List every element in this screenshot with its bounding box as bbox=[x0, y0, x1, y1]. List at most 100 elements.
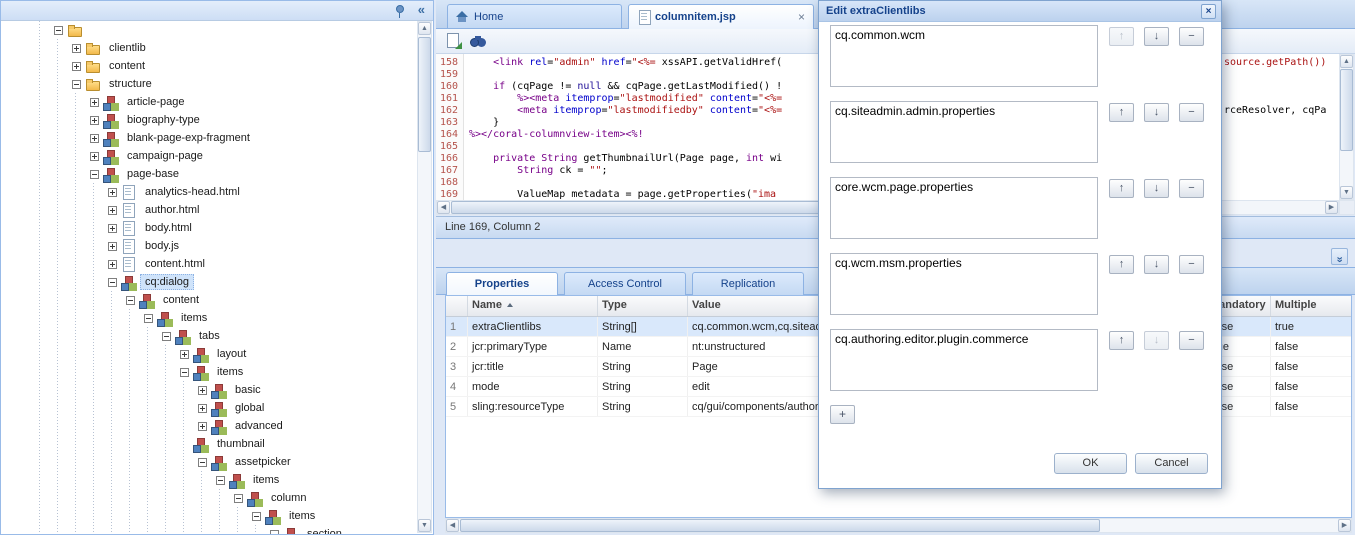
find-icon[interactable] bbox=[470, 33, 486, 49]
tree-node[interactable]: blank-page-exp-fragment bbox=[1, 129, 419, 147]
move-up-button[interactable]: ↑ bbox=[1109, 179, 1134, 198]
remove-value-button[interactable]: − bbox=[1179, 179, 1204, 198]
tree-node-label[interactable]: author.html bbox=[140, 202, 204, 218]
tree-node[interactable]: structure bbox=[1, 75, 419, 93]
tree-node[interactable]: body.html bbox=[1, 219, 419, 237]
tree-node[interactable]: content bbox=[1, 291, 419, 309]
remove-value-button[interactable]: − bbox=[1179, 103, 1204, 122]
clientlib-value-field[interactable]: cq.siteadmin.admin.properties bbox=[830, 101, 1098, 163]
cancel-button[interactable]: Cancel bbox=[1135, 453, 1208, 474]
tree-node[interactable]: content.html bbox=[1, 255, 419, 273]
expand-toggle[interactable] bbox=[193, 417, 211, 435]
tree-node[interactable]: content bbox=[1, 57, 419, 75]
scrollbar-thumb[interactable] bbox=[418, 37, 431, 152]
clientlib-value-field[interactable]: cq.authoring.editor.plugin.commerce bbox=[830, 329, 1098, 391]
move-down-button[interactable]: ↓ bbox=[1144, 103, 1169, 122]
expand-panel-button[interactable]: » bbox=[1331, 248, 1348, 265]
tree-node-label[interactable]: items bbox=[176, 310, 212, 326]
tab-replication[interactable]: Replication bbox=[692, 272, 804, 295]
clientlib-value-field[interactable]: cq.wcm.msm.properties bbox=[830, 253, 1098, 315]
scrollbar-thumb[interactable] bbox=[460, 519, 1100, 532]
collapse-toggle[interactable] bbox=[85, 165, 103, 183]
clientlib-value-field[interactable]: cq.common.wcm bbox=[830, 25, 1098, 87]
scroll-down-icon[interactable]: ▼ bbox=[418, 519, 431, 532]
tree-node-label[interactable]: items bbox=[248, 472, 284, 488]
tab-home[interactable]: Home bbox=[447, 4, 622, 28]
tree-node-label[interactable]: advanced bbox=[230, 418, 288, 434]
collapse-toggle[interactable] bbox=[211, 471, 229, 489]
tree-node-label[interactable]: clientlib bbox=[104, 40, 151, 56]
pin-icon[interactable] bbox=[393, 4, 405, 18]
collapse-toggle[interactable] bbox=[67, 75, 85, 93]
scrollbar-thumb[interactable] bbox=[1340, 69, 1353, 151]
clientlib-value-field[interactable]: core.wcm.page.properties bbox=[830, 177, 1098, 239]
move-down-button[interactable]: ↓ bbox=[1144, 255, 1169, 274]
tree-node-label[interactable]: items bbox=[212, 364, 248, 380]
move-up-button[interactable]: ↑ bbox=[1109, 255, 1134, 274]
close-dialog-button[interactable]: × bbox=[1201, 3, 1216, 19]
tree-node[interactable]: layout bbox=[1, 345, 419, 363]
tree-node-label[interactable]: cq:dialog bbox=[140, 274, 195, 290]
collapse-toggle[interactable] bbox=[157, 327, 175, 345]
collapse-toggle[interactable] bbox=[193, 453, 211, 471]
collapse-toggle[interactable] bbox=[229, 489, 247, 507]
expand-toggle[interactable] bbox=[103, 237, 121, 255]
tree-node[interactable]: global bbox=[1, 399, 419, 417]
tree-node[interactable]: items bbox=[1, 471, 419, 489]
expand-toggle[interactable] bbox=[103, 183, 121, 201]
remove-value-button[interactable]: − bbox=[1179, 255, 1204, 274]
column-header-multiple[interactable]: Multiple bbox=[1271, 296, 1351, 316]
tree-scrollbar[interactable]: ▲ ▼ bbox=[417, 21, 432, 533]
collapse-toggle[interactable] bbox=[247, 507, 265, 525]
tree-node[interactable]: clientlib bbox=[1, 39, 419, 57]
column-header-type[interactable]: Type bbox=[598, 296, 688, 316]
tree-node-label[interactable]: body.js bbox=[140, 238, 184, 254]
tree-node-label[interactable]: body.html bbox=[140, 220, 197, 236]
expand-toggle[interactable] bbox=[85, 93, 103, 111]
expand-toggle[interactable] bbox=[193, 381, 211, 399]
show-in-tree-icon[interactable] bbox=[446, 33, 462, 49]
tree-node-label[interactable]: biography-type bbox=[122, 112, 205, 128]
tree-node-label[interactable]: section bbox=[302, 526, 347, 534]
collapse-toggle[interactable] bbox=[175, 363, 193, 381]
add-value-button[interactable]: + bbox=[830, 405, 855, 424]
expand-toggle[interactable] bbox=[103, 255, 121, 273]
scroll-right-icon[interactable]: ▶ bbox=[1338, 519, 1351, 532]
tree-node[interactable]: article-page bbox=[1, 93, 419, 111]
tree-node-label[interactable]: column bbox=[266, 490, 311, 506]
move-up-button[interactable]: ↑ bbox=[1109, 103, 1134, 122]
ok-button[interactable]: OK bbox=[1054, 453, 1127, 474]
tree-node-label[interactable]: analytics-head.html bbox=[140, 184, 245, 200]
tree-node[interactable]: campaign-page bbox=[1, 147, 419, 165]
tree-node[interactable] bbox=[1, 21, 419, 39]
expand-toggle[interactable] bbox=[85, 111, 103, 129]
scroll-up-icon[interactable]: ▲ bbox=[418, 22, 431, 35]
scroll-left-icon[interactable]: ◀ bbox=[446, 519, 459, 532]
move-down-button[interactable]: ↓ bbox=[1144, 27, 1169, 46]
tree-node[interactable]: assetpicker bbox=[1, 453, 419, 471]
tree-node[interactable]: tabs bbox=[1, 327, 419, 345]
tree-node[interactable]: body.js bbox=[1, 237, 419, 255]
tree-node[interactable]: items bbox=[1, 309, 419, 327]
table-horizontal-scrollbar[interactable]: ◀ ▶ bbox=[445, 518, 1352, 533]
tree-node-label[interactable]: content.html bbox=[140, 256, 210, 272]
dialog-header[interactable]: Edit extraClientlibs × bbox=[819, 1, 1221, 22]
tree-node-label[interactable]: page-base bbox=[122, 166, 184, 182]
expand-toggle[interactable] bbox=[67, 39, 85, 57]
close-tab-icon[interactable]: × bbox=[798, 11, 805, 23]
scroll-right-icon[interactable]: ▶ bbox=[1325, 201, 1338, 214]
expand-toggle[interactable] bbox=[193, 399, 211, 417]
move-up-button[interactable]: ↑ bbox=[1109, 331, 1134, 350]
tree-node[interactable]: author.html bbox=[1, 201, 419, 219]
tree-node[interactable]: column bbox=[1, 489, 419, 507]
expand-toggle[interactable] bbox=[67, 57, 85, 75]
tree-node-label[interactable]: tabs bbox=[194, 328, 225, 344]
tree-node-label[interactable]: blank-page-exp-fragment bbox=[122, 130, 255, 146]
code-vertical-scrollbar[interactable]: ▲ ▼ bbox=[1339, 54, 1354, 200]
tree-node[interactable]: cq:dialog bbox=[1, 273, 419, 291]
collapse-panel-icon[interactable]: « bbox=[418, 2, 425, 17]
tree-node-label[interactable]: campaign-page bbox=[122, 148, 208, 164]
tree-node-label[interactable]: items bbox=[284, 508, 320, 524]
tree-node-label[interactable]: content bbox=[158, 292, 204, 308]
tree-node[interactable]: advanced bbox=[1, 417, 419, 435]
